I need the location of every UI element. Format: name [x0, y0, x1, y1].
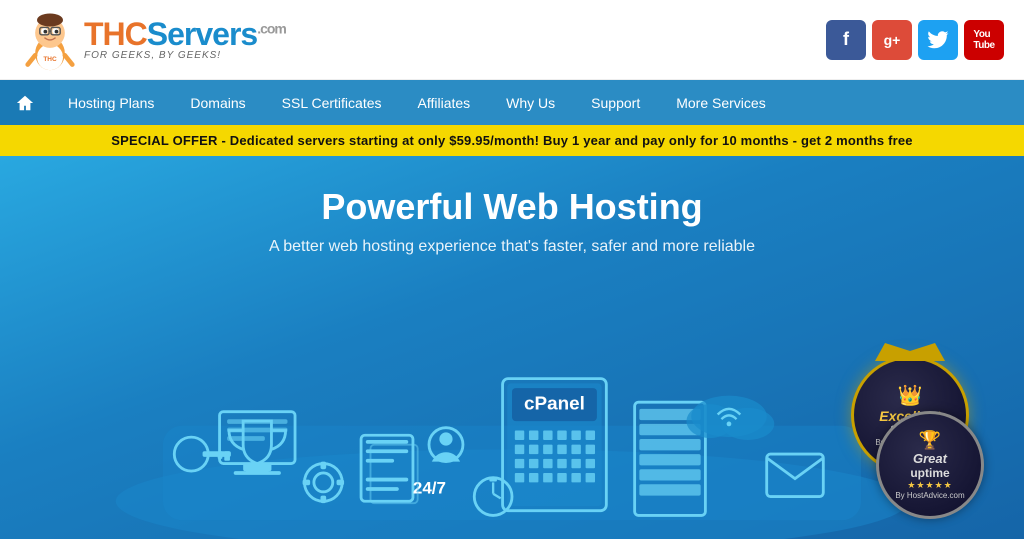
badge-uptime-byline: By HostAdvice.com: [895, 491, 964, 500]
hero-illustration: 24/7 cPanel: [0, 256, 1024, 539]
hero-title: Powerful Web Hosting: [321, 186, 702, 228]
nav-support[interactable]: Support: [573, 80, 658, 125]
promo-text: SPECIAL OFFER - Dedicated servers starti…: [111, 133, 912, 148]
mascot-icon: THC: [20, 7, 80, 72]
nav-home-button[interactable]: [0, 80, 50, 125]
svg-text:cPanel: cPanel: [524, 393, 585, 414]
nav-why-us[interactable]: Why Us: [488, 80, 573, 125]
social-links: f g+ YouTube: [826, 20, 1004, 60]
header: THC THCServers.com FOR GEEKS, BY GEE: [0, 0, 1024, 80]
navbar: Hosting Plans Domains SSL Certificates A…: [0, 80, 1024, 125]
badge-uptime: 🏆 Great uptime ★★★★★ By HostAdvice.com: [876, 411, 984, 519]
youtube-icon[interactable]: YouTube: [964, 20, 1004, 60]
nav-more-services[interactable]: More Services: [658, 80, 783, 125]
badge-stars: ★★★★★: [907, 480, 952, 491]
google-plus-icon[interactable]: g+: [872, 20, 912, 60]
logo-tagline: FOR GEEKS, BY GEEKS!: [84, 50, 286, 61]
badge-uptime-label1: Great: [913, 451, 947, 466]
facebook-icon[interactable]: f: [826, 20, 866, 60]
svg-text:THC: THC: [43, 56, 57, 63]
logo-thc: THC: [84, 16, 147, 52]
badge-uptime-label2: uptime: [910, 466, 949, 480]
hero-section: Powerful Web Hosting A better web hostin…: [0, 156, 1024, 539]
promo-banner: SPECIAL OFFER - Dedicated servers starti…: [0, 125, 1024, 156]
nav-domains[interactable]: Domains: [172, 80, 263, 125]
logo-servers: Servers: [147, 16, 257, 52]
logo-text: THCServers.com FOR GEEKS, BY GEEKS!: [84, 18, 286, 61]
nav-hosting-plans[interactable]: Hosting Plans: [50, 80, 172, 125]
nav-ssl-certificates[interactable]: SSL Certificates: [264, 80, 400, 125]
nav-affiliates[interactable]: Affiliates: [400, 80, 489, 125]
hero-subtitle: A better web hosting experience that's f…: [269, 238, 755, 256]
twitter-icon[interactable]: [918, 20, 958, 60]
logo-com: .com: [257, 20, 286, 36]
home-icon: [16, 94, 34, 112]
logo[interactable]: THC THCServers.com FOR GEEKS, BY GEE: [20, 7, 286, 72]
crown-icon: 👑: [898, 383, 923, 408]
